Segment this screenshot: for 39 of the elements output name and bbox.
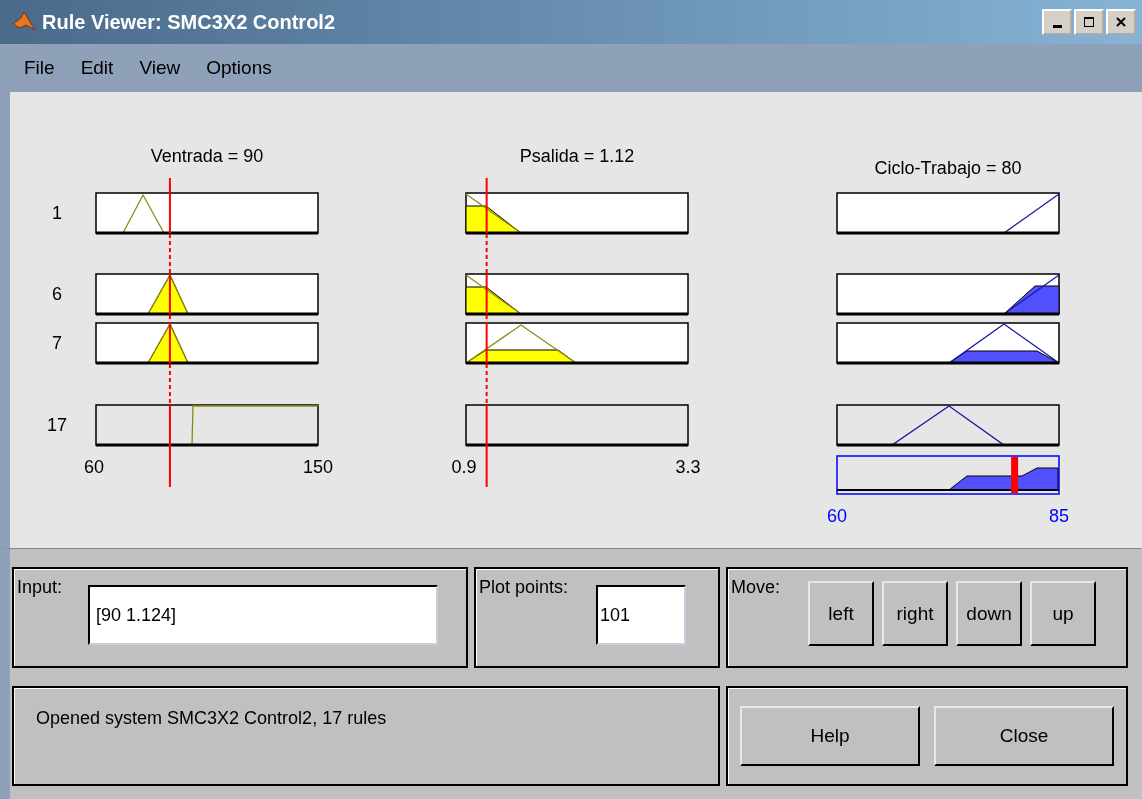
axis-label: 3.3 (675, 457, 701, 477)
input-value-line[interactable] (168, 178, 171, 487)
output-value-marker[interactable] (1011, 457, 1019, 493)
close-button[interactable] (1106, 9, 1136, 35)
maximize-icon (1083, 16, 1095, 28)
variable-title: Psalida = 1.12 (519, 146, 635, 166)
minimize-icon (1052, 24, 1062, 28)
rule-number[interactable]: 6 (52, 284, 62, 304)
plot-points-field[interactable]: 101 (596, 585, 687, 645)
input-value-line[interactable] (485, 178, 488, 487)
axis-label: 60 (84, 457, 104, 477)
move-button[interactable]: right (882, 581, 949, 646)
axis-label: 85 (1049, 506, 1069, 526)
variable-title: Ciclo-Trabajo = 80 (874, 158, 1022, 178)
move-button[interactable]: up (1030, 581, 1097, 646)
move-label: Move: (730, 576, 781, 599)
menu-item[interactable]: File (24, 57, 55, 79)
input-label: Input: (16, 576, 63, 599)
move-button[interactable]: left (808, 581, 875, 646)
plot-points-label: Plot points: (478, 576, 569, 599)
dialog-button[interactable]: Close (934, 706, 1114, 766)
menu-item[interactable]: Options (206, 57, 272, 79)
axis-label: 0.9 (451, 457, 477, 477)
maximize-button[interactable] (1074, 9, 1104, 35)
move-button[interactable]: down (956, 581, 1023, 646)
minimize-button[interactable] (1042, 9, 1072, 35)
rule-number[interactable]: 7 (52, 333, 62, 353)
rule-number[interactable]: 1 (52, 203, 62, 223)
variable-title: Ventrada = 90 (150, 146, 264, 166)
dialog-button[interactable]: Help (740, 706, 920, 766)
status-message: Opened system SMC3X2 Control2, 17 rules (35, 707, 387, 730)
menu-item[interactable]: View (139, 57, 181, 79)
axis-label: 60 (827, 506, 847, 526)
input-field[interactable]: [90 1.124] (88, 585, 439, 645)
axis-label: 150 (303, 457, 333, 477)
menu-item[interactable]: Edit (80, 57, 114, 79)
window-title: Rule Viewer: SMC3X2 Control2 (42, 10, 337, 34)
close-icon (1115, 16, 1127, 28)
rule-number[interactable]: 17 (47, 415, 67, 435)
